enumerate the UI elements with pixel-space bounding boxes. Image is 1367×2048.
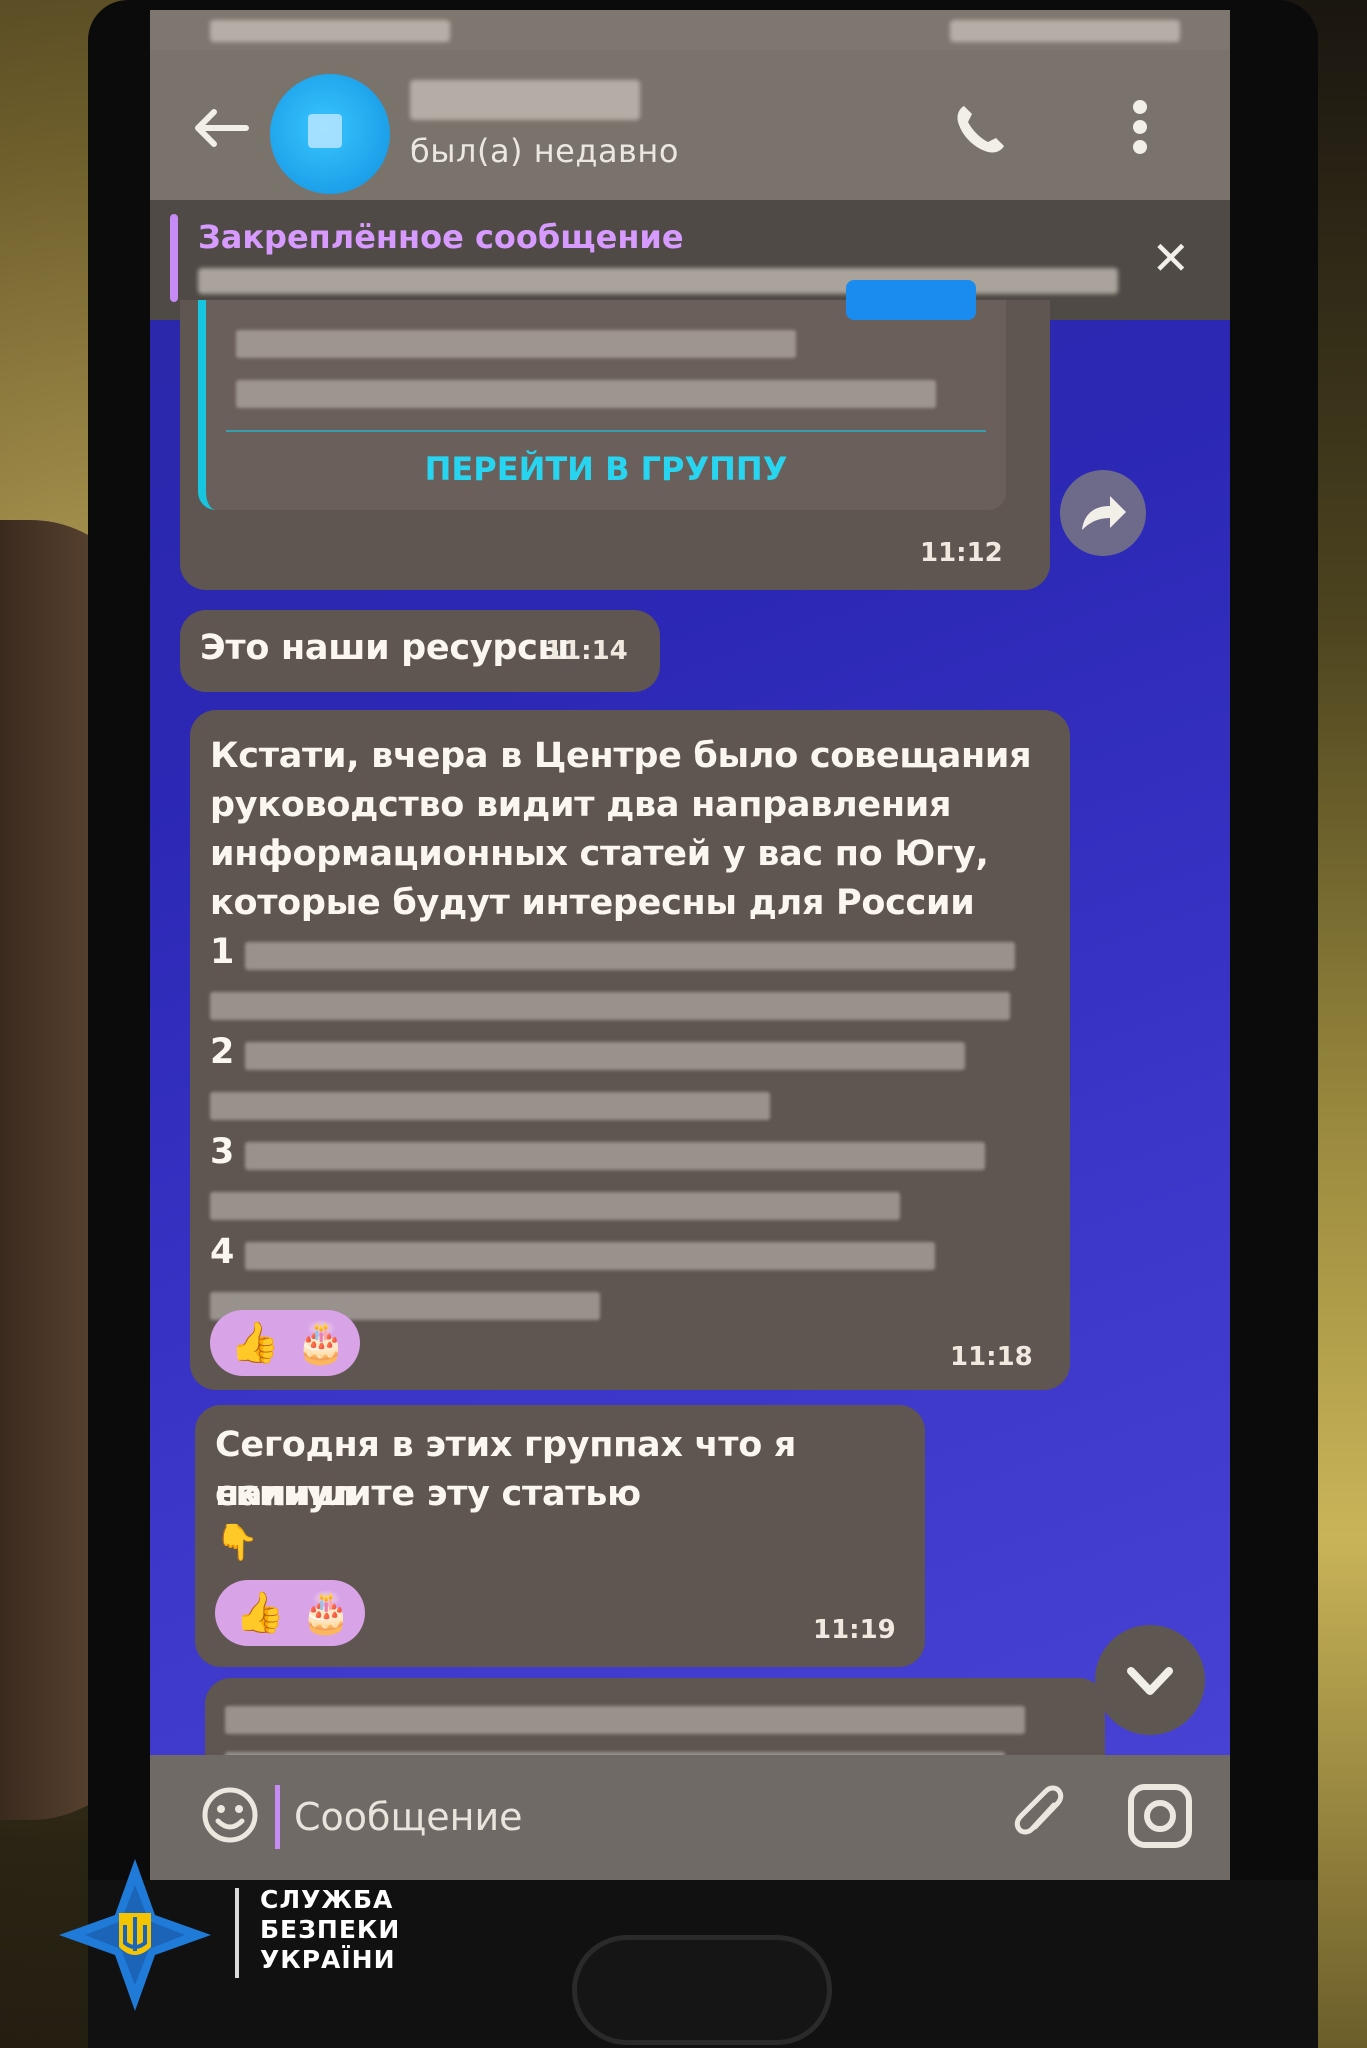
link-divider — [226, 430, 986, 432]
chevron-down-icon[interactable] — [1095, 1625, 1205, 1735]
message-text-line: информационных статей у вас по Югу, — [210, 834, 989, 874]
chat-header: был(а) недавно — [150, 50, 1230, 200]
message-text-line: которые будут интересны для России — [210, 883, 975, 923]
reaction-badge[interactable]: 👍 🎂 — [210, 1310, 360, 1376]
link-preview-card[interactable]: ПЕРЕЙТИ В ГРУППУ — [198, 280, 1006, 510]
redacted-line — [245, 1142, 985, 1170]
pointing-down-icon: 👇 — [215, 1523, 259, 1563]
thumbs-up-icon: 👍 — [235, 1590, 285, 1636]
redacted-line — [210, 1092, 770, 1120]
message-text-line: Кстати, вчера в Центре было совещания — [210, 736, 1032, 776]
ssu-emblem-logo — [55, 1855, 215, 2015]
cake-icon: 🎂 — [296, 1320, 346, 1366]
status-bar — [150, 10, 1230, 50]
status-bar-right-redacted — [950, 20, 1180, 42]
redacted-line — [245, 942, 1015, 970]
avatar[interactable] — [270, 74, 390, 194]
list-item-number: 2 — [210, 1032, 235, 1072]
message-time: 11:18 — [950, 1342, 1033, 1372]
message-bubble: Сегодня в этих группах что я скинул напи… — [195, 1405, 925, 1667]
contact-status: был(а) недавно — [410, 132, 679, 170]
pinned-preview-redacted — [198, 268, 1118, 294]
list-item-number: 4 — [210, 1232, 235, 1272]
contact-name-redacted — [410, 80, 640, 120]
redacted-line — [210, 1192, 900, 1220]
phone-icon[interactable] — [950, 100, 1010, 160]
close-icon[interactable]: ✕ — [1151, 235, 1190, 281]
thumbs-up-icon: 👍 — [230, 1320, 280, 1366]
message-time: 11:19 — [813, 1615, 896, 1645]
message-input[interactable] — [275, 1785, 894, 1849]
phone-screen: был(а) недавно Закреплённое сообщение ✕ … — [150, 10, 1230, 1880]
watermark-line: УКРАЇНИ — [260, 1945, 396, 1974]
message-text-line: руководство видит два направления — [210, 785, 952, 825]
list-item-number: 1 — [210, 932, 235, 972]
home-button[interactable] — [572, 1935, 832, 2045]
status-bar-left-redacted — [210, 20, 450, 42]
avatar-redacted — [308, 114, 342, 148]
watermark-divider — [235, 1888, 239, 1978]
watermark-line: СЛУЖБА — [260, 1885, 394, 1914]
message-text: Это наши ресурсы — [200, 628, 569, 668]
redacted-line — [245, 1242, 935, 1270]
message-bubble: Это наши ресурсы 11:14 — [180, 610, 660, 692]
redacted-line — [245, 1042, 965, 1070]
smiley-icon[interactable] — [200, 1785, 260, 1845]
message-time: 11:12 — [920, 538, 1003, 568]
message-text-line: напишите эту статью — [215, 1474, 641, 1514]
watermark-text: СЛУЖБА БЕЗПЕКИ УКРАЇНИ — [260, 1885, 400, 1975]
cake-icon: 🎂 — [301, 1590, 351, 1636]
camera-icon[interactable] — [1125, 1781, 1195, 1851]
redacted-line — [210, 992, 1010, 1020]
vertical-dots-icon[interactable] — [1130, 95, 1150, 165]
message-input-bar — [150, 1755, 1230, 1880]
go-to-group-button[interactable]: ПЕРЕЙТИ В ГРУППУ — [206, 450, 1006, 488]
paperclip-icon[interactable] — [1010, 1783, 1070, 1851]
pinned-indicator — [170, 214, 178, 302]
list-item-number: 3 — [210, 1132, 235, 1172]
message-time: 11:14 — [545, 636, 628, 666]
pinned-title: Закреплённое сообщение — [198, 218, 684, 256]
link-text-redacted — [236, 330, 796, 358]
reaction-badge[interactable]: 👍 🎂 — [215, 1580, 365, 1646]
link-message-bubble: ПЕРЕЙТИ В ГРУППУ 11:12 — [180, 280, 1050, 590]
link-text-redacted — [236, 380, 936, 408]
redacted-line — [225, 1706, 1025, 1734]
forward-arrow-icon[interactable] — [1060, 470, 1146, 556]
watermark-line: БЕЗПЕКИ — [260, 1915, 401, 1944]
link-badge — [846, 280, 976, 320]
back-arrow-icon[interactable] — [190, 108, 250, 148]
message-bubble: Кстати, вчера в Центре было совещания ру… — [190, 710, 1070, 1390]
